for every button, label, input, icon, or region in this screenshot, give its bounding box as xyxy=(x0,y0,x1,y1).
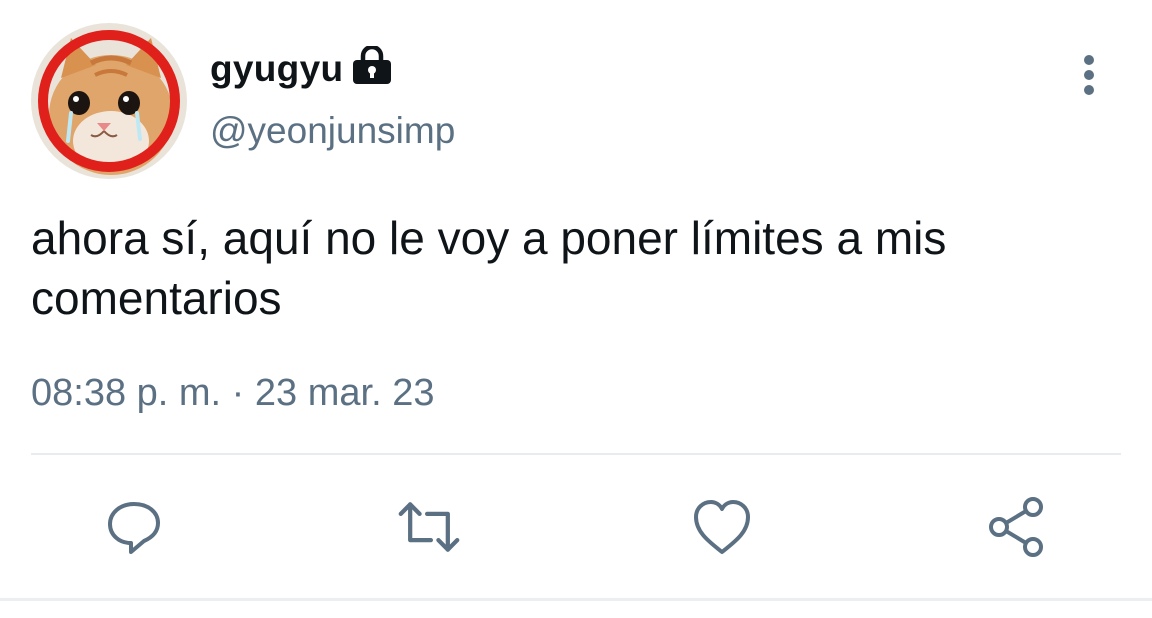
tweet-timestamp[interactable]: 08:38 p. m. · 23 mar. 23 xyxy=(31,372,434,415)
display-name[interactable]: gyugyu xyxy=(210,48,343,90)
bottom-divider xyxy=(0,598,1152,601)
comment-icon xyxy=(108,502,160,554)
share-icon xyxy=(989,497,1043,557)
display-name-row: gyugyu xyxy=(210,44,393,94)
divider xyxy=(31,453,1121,455)
reply-button[interactable] xyxy=(102,495,166,559)
retweet-button[interactable] xyxy=(397,495,461,559)
heart-icon xyxy=(694,500,750,554)
crying-cat-avatar-icon xyxy=(31,23,187,179)
retweet-icon xyxy=(398,502,460,552)
tweet-date: 23 mar. 23 xyxy=(254,372,435,414)
lock-icon xyxy=(351,44,393,86)
tweet-card: gyugyu @yeonjunsimp ahora sí, aquí no le… xyxy=(0,0,1152,618)
share-button[interactable] xyxy=(985,495,1049,559)
tweet-text: ahora sí, aquí no le voy a poner límites… xyxy=(31,212,947,324)
more-vertical-icon xyxy=(1084,55,1094,95)
avatar[interactable] xyxy=(31,23,187,179)
like-button[interactable] xyxy=(690,495,754,559)
user-handle[interactable]: @yeonjunsimp xyxy=(210,110,455,152)
timestamp-separator: · xyxy=(221,372,255,414)
more-options-button[interactable] xyxy=(1070,52,1108,98)
tweet-time: 08:38 p. m. xyxy=(31,372,222,414)
